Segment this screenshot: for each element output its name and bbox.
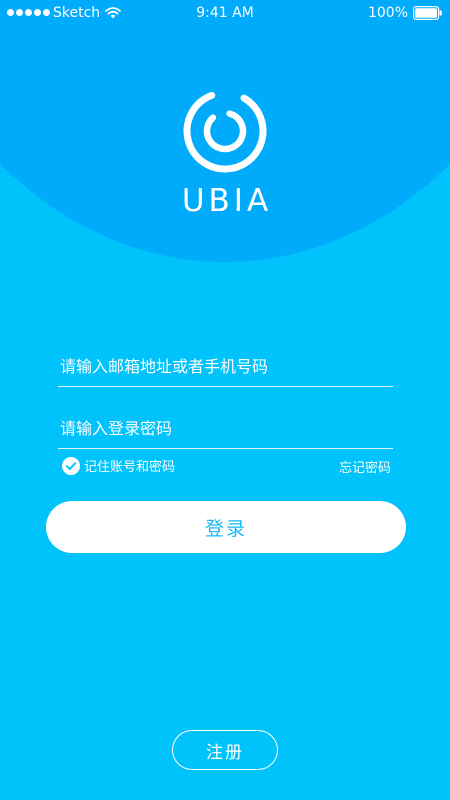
brand-name: UBIA [181, 183, 273, 219]
remember-label: 记住账号和密码 [84, 460, 176, 475]
login-screen: Sketch 9:41 AM 100% UBIA 记住账号和密码 忘记密码 登录 [0, 0, 450, 800]
forgot-password-link[interactable]: 忘记密码 [339, 457, 391, 476]
email-input[interactable] [58, 346, 395, 386]
status-bar: Sketch 9:41 AM 100% [0, 0, 450, 28]
ubia-logo-icon [183, 89, 267, 173]
password-field-container [58, 408, 395, 449]
battery-percentage: 100% [367, 5, 408, 21]
register-button[interactable]: 注册 [172, 730, 278, 770]
battery-icon [413, 6, 442, 20]
password-input[interactable] [58, 408, 395, 448]
remember-checkbox[interactable]: 记住账号和密码 [62, 456, 175, 475]
login-button[interactable]: 登录 [46, 501, 406, 553]
email-field-container [58, 346, 395, 387]
checkmark-icon [62, 456, 80, 475]
